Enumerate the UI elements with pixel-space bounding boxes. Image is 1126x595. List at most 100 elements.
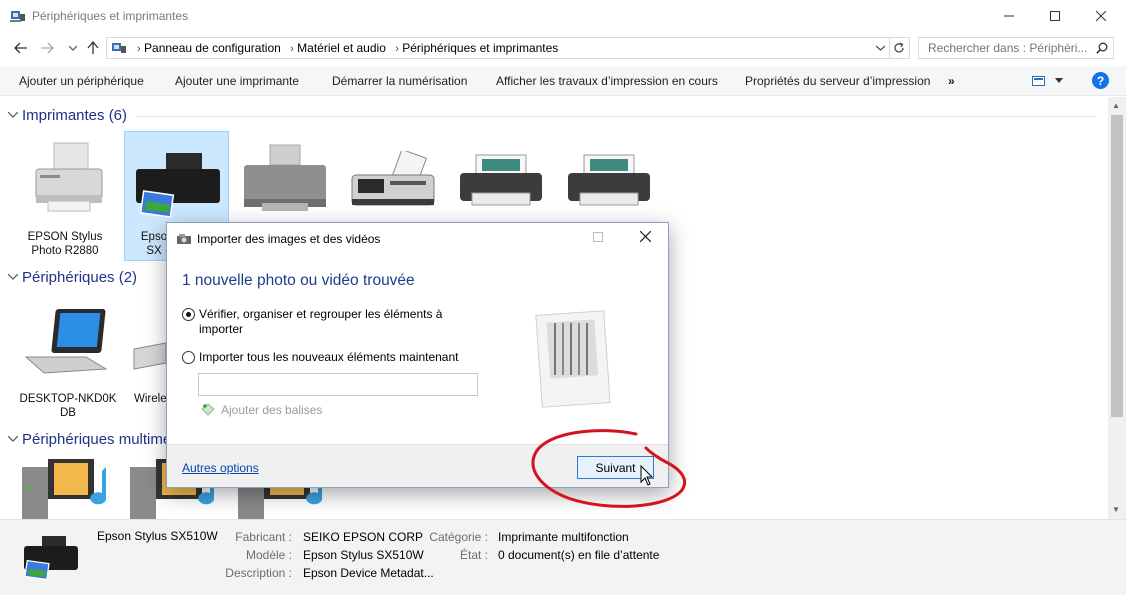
dialog-close-button[interactable] [639, 230, 652, 245]
start-scan-button[interactable]: Démarrer la numérisation [332, 74, 467, 88]
view-options-icon[interactable] [1032, 76, 1046, 86]
keyboard-icon [133, 342, 166, 370]
chevron-down-icon[interactable] [1055, 78, 1063, 84]
dialog-title: Importer des images et des vidéos [197, 232, 381, 246]
laptop-icon [24, 309, 108, 374]
scroll-down-icon[interactable]: ▼ [1112, 505, 1120, 514]
details-label: Fabricant : [235, 530, 292, 544]
minimize-button[interactable] [986, 0, 1032, 32]
up-arrow-icon [87, 41, 99, 54]
forward-arrow-icon [41, 42, 54, 54]
details-label: Description : [225, 566, 292, 580]
radio-button[interactable] [182, 351, 195, 364]
maximize-icon [1050, 11, 1060, 21]
group-title: Périphériques multimé [22, 431, 172, 448]
scroll-up-icon[interactable]: ▲ [1112, 101, 1120, 110]
device-label: DESKTOP-NKD0K [19, 393, 117, 405]
printer-icon [24, 536, 78, 581]
chevron-down-icon [7, 110, 19, 121]
title-bar: Périphériques et imprimantes [0, 0, 1126, 34]
print-server-properties-button[interactable]: Propriétés du serveur d’impression [745, 74, 930, 88]
breadcrumb: › Panneau de configuration › Matériel et… [131, 41, 558, 55]
group-divider [136, 116, 1096, 117]
details-model: Epson Stylus SX510W [303, 548, 424, 562]
printer-icon [460, 154, 542, 206]
details-category: Imprimante multifonction [498, 530, 629, 544]
address-row: › Panneau de configuration › Matériel et… [0, 34, 1126, 62]
device-desktop[interactable]: DESKTOP-NKD0K DB [18, 392, 118, 420]
camera-import-icon [177, 234, 191, 244]
dialog-maximize-button [593, 231, 603, 245]
radio-button[interactable] [182, 308, 195, 321]
back-button[interactable] [12, 39, 30, 57]
close-icon [1096, 11, 1106, 21]
group-header-multimedia[interactable]: Périphériques multimé [7, 431, 172, 448]
chevron-down-icon [7, 434, 19, 445]
details-pane: Epson Stylus SX510W Fabricant : SEIKO EP… [0, 519, 1126, 595]
details-label: Modèle : [245, 548, 292, 562]
control-panel-icon [112, 43, 126, 53]
refresh-icon [893, 42, 904, 53]
printer-icon [568, 154, 650, 206]
group-name-input[interactable] [198, 373, 478, 396]
add-printer-button[interactable]: Ajouter une imprimante [175, 74, 299, 88]
more-options-link[interactable]: Autres options [182, 461, 259, 475]
details-label: État : [459, 548, 488, 562]
scrollbar-thumb[interactable] [1111, 115, 1123, 417]
breadcrumb-separator: › [395, 43, 399, 55]
see-print-jobs-button[interactable]: Afficher les travaux d’impression en cou… [496, 74, 718, 88]
help-icon[interactable]: ? [1092, 72, 1109, 89]
command-bar: Ajouter un périphérique Ajouter une impr… [0, 66, 1126, 96]
chevron-down-icon[interactable] [876, 45, 885, 51]
recent-locations-button[interactable] [64, 39, 82, 57]
search-box[interactable] [918, 37, 1114, 59]
add-device-button[interactable]: Ajouter un périphérique [19, 74, 144, 88]
devices-printers-icon [10, 11, 25, 22]
chevron-down-icon [7, 272, 19, 283]
printer-icon [35, 142, 103, 212]
device-label: EPSON Stylus [27, 231, 103, 243]
add-tags-button[interactable]: Ajouter des balises [200, 403, 322, 417]
details-label: Catégorie : [429, 530, 488, 544]
breadcrumb-hardware-sound[interactable]: Matériel et audio [297, 41, 386, 55]
mouse-cursor-icon [640, 465, 654, 486]
more-commands-button[interactable]: » [948, 74, 955, 88]
breadcrumb-devices-printers[interactable]: Périphériques et imprimantes [402, 41, 558, 55]
refresh-button[interactable] [888, 37, 910, 59]
radio-label: importer [199, 322, 244, 336]
device-epson-r2880[interactable]: EPSON Stylus Photo R2880 [15, 230, 115, 258]
dialog-footer: Autres options Suivant [167, 444, 668, 487]
address-bar[interactable]: › Panneau de configuration › Matériel et… [106, 37, 890, 59]
radio-review-organize[interactable]: Vérifier, organiser et regrouper les élé… [182, 307, 442, 337]
details-description: Epson Device Metadat... [303, 566, 434, 580]
window-title: Périphériques et imprimantes [32, 9, 189, 23]
group-header-printers[interactable]: Imprimantes (6) [7, 107, 128, 124]
forward-button[interactable] [38, 39, 56, 57]
minimize-icon [1004, 15, 1014, 17]
details-manufacturer: SEIKO EPSON CORP [303, 530, 424, 544]
add-tags-label: Ajouter des balises [221, 403, 323, 417]
fax-icon [351, 151, 435, 206]
printer-icon [244, 144, 326, 211]
breadcrumb-separator: › [137, 43, 141, 55]
back-arrow-icon [14, 42, 27, 54]
group-title: Imprimantes (6) [22, 107, 128, 124]
close-button[interactable] [1078, 0, 1124, 32]
breadcrumb-separator: › [290, 43, 294, 55]
search-icon[interactable] [1096, 42, 1108, 54]
import-dialog: Importer des images et des vidéos 1 nouv… [166, 222, 669, 488]
device-label: Photo R2880 [31, 245, 99, 257]
details-device-name: Epson Stylus SX510W [97, 529, 218, 543]
device-label: DB [60, 407, 76, 419]
photo-thumbnail [535, 310, 611, 408]
chevron-down-icon [69, 45, 77, 51]
radio-label: Importer tous les nouveaux éléments main… [199, 350, 459, 364]
search-input[interactable] [919, 38, 1089, 58]
vertical-scrollbar[interactable]: ▲ ▼ [1108, 97, 1126, 519]
group-header-peripherals[interactable]: Périphériques (2) [7, 269, 137, 286]
printer-icon [136, 153, 220, 218]
maximize-button[interactable] [1032, 0, 1078, 32]
breadcrumb-control-panel[interactable]: Panneau de configuration [144, 41, 281, 55]
radio-import-all[interactable]: Importer tous les nouveaux éléments main… [182, 350, 458, 364]
up-button[interactable] [84, 39, 102, 57]
